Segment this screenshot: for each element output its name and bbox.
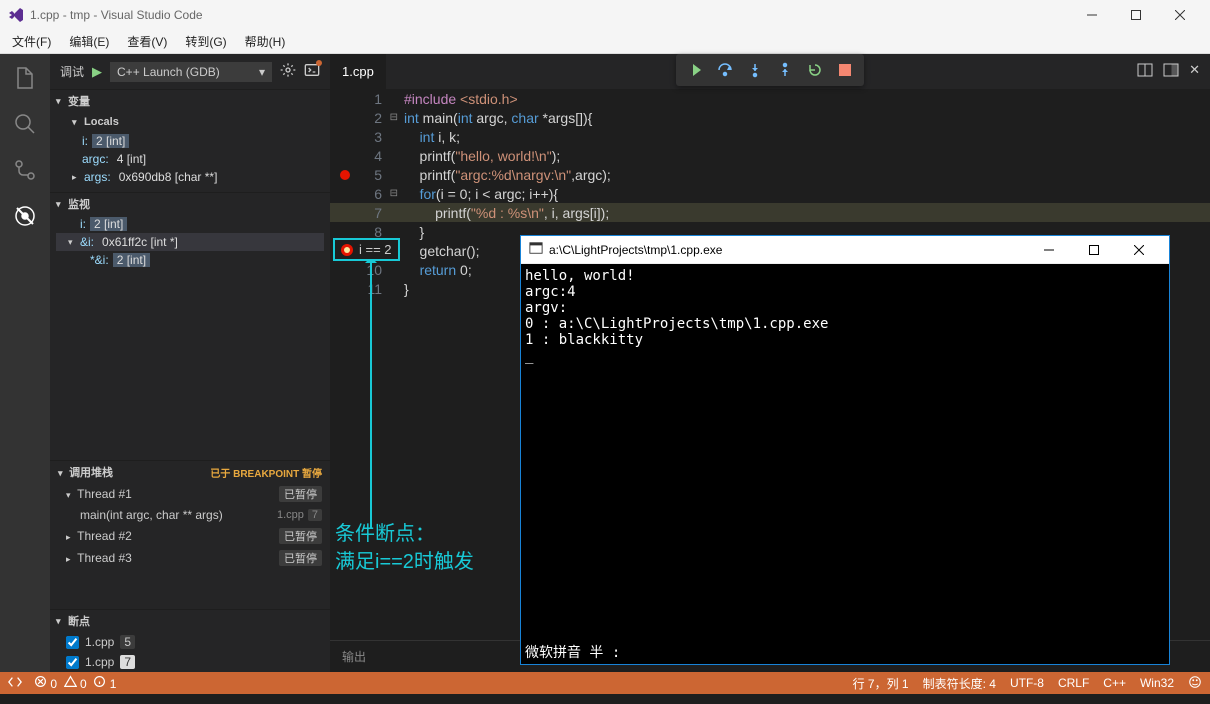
- locals-scope[interactable]: ▾Locals: [56, 112, 324, 132]
- conditional-breakpoint-icon: [341, 244, 353, 256]
- menu-goto[interactable]: 转到(G): [177, 31, 234, 52]
- variables-section: ▾变量 ▾Locals i: 2 [int] argc: 4 [int] ▸ a…: [50, 89, 330, 192]
- console-ime-status: 微软拼音 半 :: [521, 640, 1169, 664]
- console-window: a:\C\LightProjects\tmp\1.cpp.exe hello, …: [520, 235, 1170, 665]
- activity-debug[interactable]: [11, 202, 39, 230]
- watch-i[interactable]: i: 2 [int]: [56, 215, 324, 233]
- vscode-icon: [8, 7, 24, 23]
- line-num[interactable]: 5: [330, 167, 390, 183]
- debug-header: 调试 ▶ C++ Launch (GDB) ▾: [50, 54, 330, 89]
- debug-label: 调试: [60, 63, 84, 80]
- restart-button[interactable]: [802, 57, 828, 83]
- activity-search[interactable]: [11, 110, 39, 138]
- watch-amp-i[interactable]: ▾ &i: 0x61ff2c [int *]: [56, 233, 324, 251]
- status-feedback-button[interactable]: [1188, 675, 1202, 692]
- console-titlebar: a:\C\LightProjects\tmp\1.cpp.exe: [521, 236, 1169, 264]
- console-close-button[interactable]: [1116, 237, 1161, 263]
- notification-dot-icon: [316, 60, 322, 66]
- line-num: 10: [330, 262, 390, 278]
- debug-config-select[interactable]: C++ Launch (GDB) ▾: [110, 62, 272, 82]
- conditional-breakpoint-callout: i == 2: [333, 238, 400, 261]
- line-num: 1: [330, 91, 390, 107]
- step-over-button[interactable]: [712, 57, 738, 83]
- callstack-header[interactable]: ▾ 调用堆栈 已于 BREAKPOINT 暂停: [50, 461, 330, 483]
- breakpoint-2-checkbox[interactable]: [66, 656, 79, 669]
- menu-file[interactable]: 文件(F): [4, 31, 59, 52]
- split-editor-button[interactable]: [1137, 62, 1153, 81]
- status-language[interactable]: C++: [1103, 676, 1126, 690]
- line-num: 3: [330, 129, 390, 145]
- conditional-breakpoint-expr: i == 2: [359, 242, 392, 257]
- status-target[interactable]: Win32: [1140, 676, 1174, 690]
- line-num[interactable]: 7: [330, 205, 390, 221]
- variable-i[interactable]: i: 2 [int]: [56, 132, 324, 150]
- breakpoints-header[interactable]: ▾断点: [50, 610, 330, 632]
- chevron-down-icon: ▾: [259, 65, 265, 79]
- line-num: 6⊟: [330, 186, 390, 202]
- tab-1cpp[interactable]: 1.cpp: [330, 54, 386, 89]
- stack-frame-main[interactable]: main(int argc, char ** args) 1.cpp7: [50, 505, 330, 525]
- breakpoint-1[interactable]: 1.cpp 5: [50, 632, 330, 652]
- status-remote[interactable]: [8, 675, 22, 692]
- breakpoint-2[interactable]: 1.cpp 7: [50, 652, 330, 672]
- watch-deref-i[interactable]: *&i: 2 [int]: [56, 251, 324, 269]
- window-maximize-button[interactable]: [1114, 1, 1158, 29]
- statusbar: 0 0 1 行 7，列 1 制表符长度: 4 UTF-8 CRLF C++ Wi…: [0, 672, 1210, 694]
- thread-1[interactable]: ▾ Thread #1 已暂停: [50, 483, 330, 505]
- variable-argc[interactable]: argc: 4 [int]: [56, 150, 324, 168]
- status-tabsize[interactable]: 制表符长度: 4: [923, 675, 996, 692]
- status-position[interactable]: 行 7，列 1: [853, 675, 909, 692]
- console-icon: [529, 241, 543, 258]
- menu-view[interactable]: 查看(V): [119, 31, 175, 52]
- debug-toolbar: [676, 54, 864, 86]
- activity-scm[interactable]: [11, 156, 39, 184]
- debug-console-button[interactable]: [304, 62, 320, 81]
- debug-start-button[interactable]: ▶: [92, 64, 102, 80]
- variable-args[interactable]: ▸ args: 0x690db8 [char **]: [56, 168, 324, 186]
- watch-section: ▾监视 i: 2 [int] ▾ &i: 0x61ff2c [int *] *&…: [50, 192, 330, 275]
- annotation-text: 条件断点： 满足i==2时触发: [335, 520, 474, 576]
- console-minimize-button[interactable]: [1026, 237, 1071, 263]
- window-minimize-button[interactable]: [1070, 1, 1114, 29]
- console-output[interactable]: hello, world! argc:4 argv: 0 : a:\C\Ligh…: [521, 264, 1169, 640]
- line-num: 4: [330, 148, 390, 164]
- activity-explorer[interactable]: [11, 64, 39, 92]
- callstack-status: 已于 BREAKPOINT 暂停: [210, 465, 322, 480]
- thread-2[interactable]: ▸ Thread #2 已暂停: [50, 525, 330, 547]
- close-all-button[interactable]: ✕: [1189, 62, 1200, 81]
- status-encoding[interactable]: UTF-8: [1010, 676, 1044, 690]
- annotation-arrow: [370, 259, 372, 529]
- step-into-button[interactable]: [742, 57, 768, 83]
- window-title: 1.cpp - tmp - Visual Studio Code: [30, 8, 1070, 22]
- step-out-button[interactable]: [772, 57, 798, 83]
- menubar: 文件(F) 编辑(E) 查看(V) 转到(G) 帮助(H): [0, 30, 1210, 54]
- line-num: 11: [330, 281, 390, 297]
- window-titlebar: 1.cpp - tmp - Visual Studio Code: [0, 0, 1210, 30]
- thread-3[interactable]: ▸ Thread #3 已暂停: [50, 547, 330, 569]
- callstack-section: ▾ 调用堆栈 已于 BREAKPOINT 暂停 ▾ Thread #1 已暂停 …: [50, 460, 330, 569]
- debug-config-name: C++ Launch (GDB): [117, 65, 220, 79]
- status-problems[interactable]: 0 0 1: [34, 675, 116, 691]
- breakpoint-dot-icon: [340, 170, 350, 180]
- variables-header[interactable]: ▾变量: [50, 90, 330, 112]
- breakpoint-1-checkbox[interactable]: [66, 636, 79, 649]
- stop-button[interactable]: [832, 57, 858, 83]
- line-num: 2⊟: [330, 110, 390, 126]
- console-title: a:\C\LightProjects\tmp\1.cpp.exe: [549, 243, 722, 257]
- menu-edit[interactable]: 编辑(E): [61, 31, 117, 52]
- watch-header[interactable]: ▾监视: [50, 193, 330, 215]
- continue-button[interactable]: [682, 57, 708, 83]
- activitybar: [0, 54, 50, 672]
- debug-sidebar: 调试 ▶ C++ Launch (GDB) ▾ ▾变量 ▾Locals i: 2…: [50, 54, 330, 672]
- toggle-layout-button[interactable]: [1163, 62, 1179, 81]
- window-close-button[interactable]: [1158, 1, 1202, 29]
- menu-help[interactable]: 帮助(H): [237, 31, 294, 52]
- console-maximize-button[interactable]: [1071, 237, 1116, 263]
- status-eol[interactable]: CRLF: [1058, 676, 1089, 690]
- breakpoints-section: ▾断点 1.cpp 5 1.cpp 7: [50, 609, 330, 672]
- debug-settings-button[interactable]: [280, 62, 296, 81]
